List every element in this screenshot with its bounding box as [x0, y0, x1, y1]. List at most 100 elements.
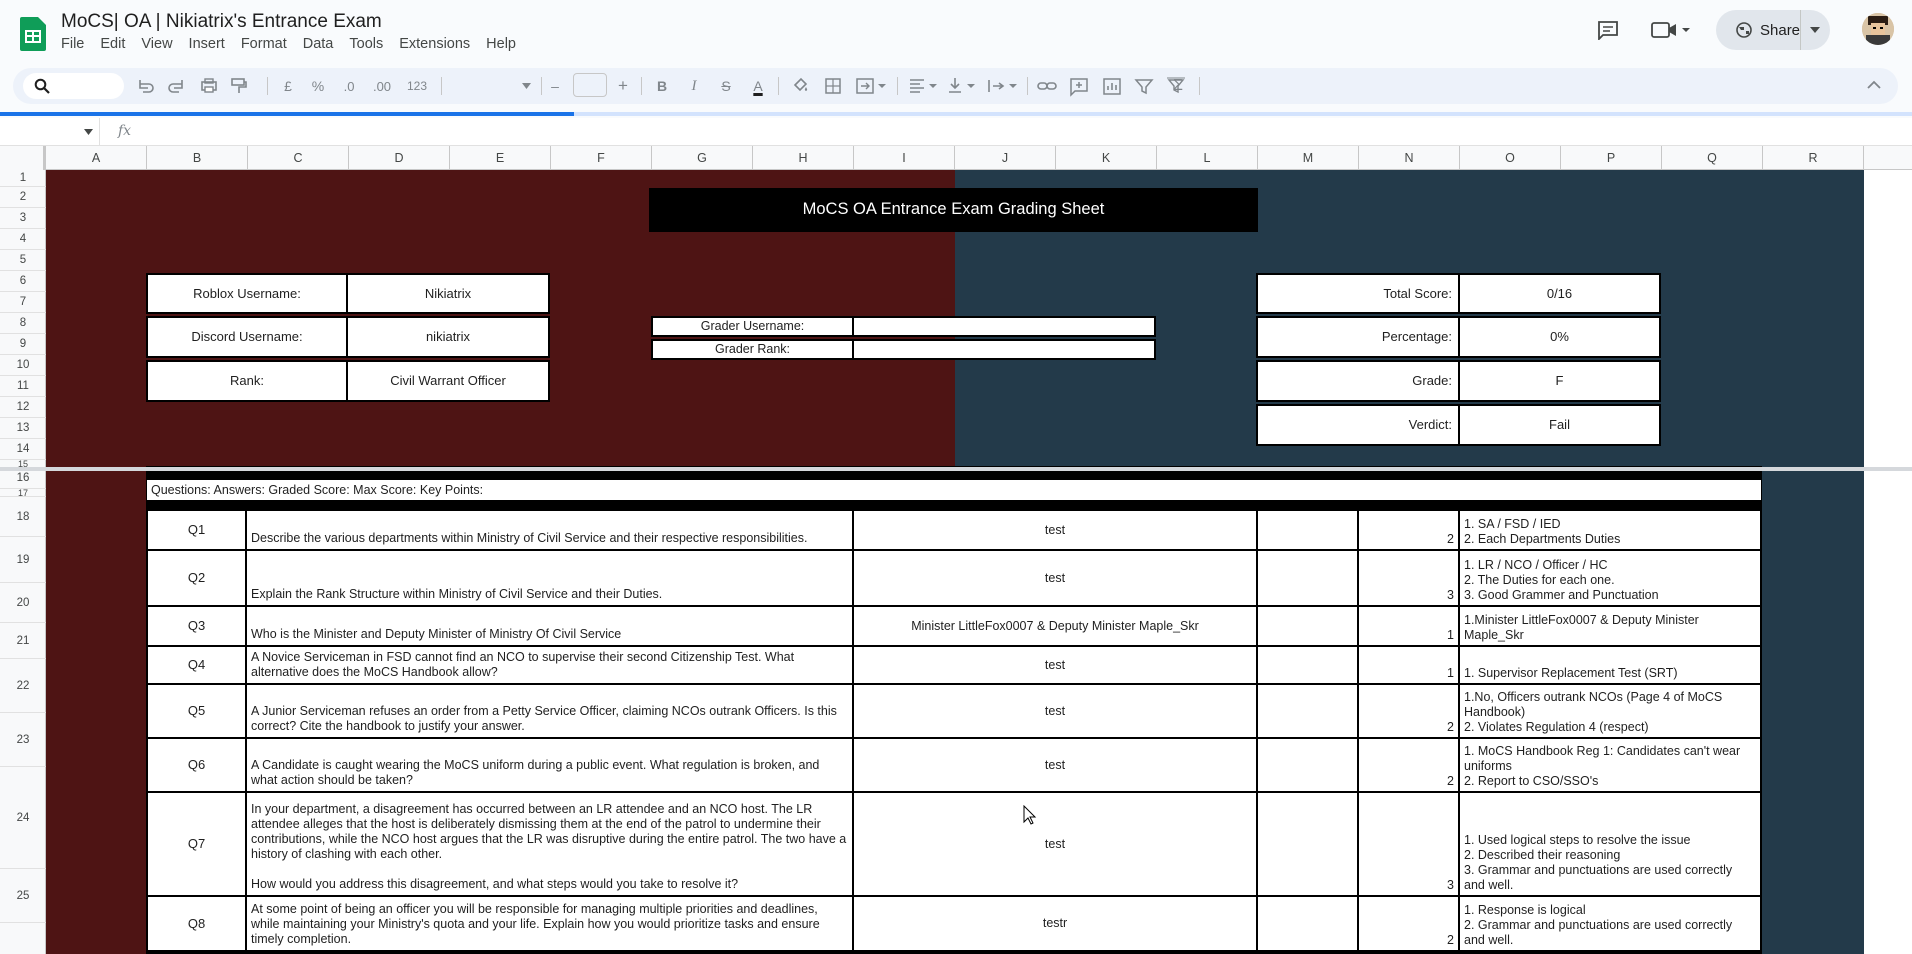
grader-username-value[interactable]: [852, 316, 1156, 337]
graded-score-cell[interactable]: [1256, 791, 1359, 897]
answer-cell[interactable]: test: [852, 509, 1258, 551]
increase-decimal-button[interactable]: .00: [368, 68, 396, 104]
row-header-14[interactable]: 14: [0, 439, 46, 460]
more-formats-button[interactable]: 123: [402, 68, 432, 104]
answer-cell[interactable]: Minister LittleFox0007 & Deputy Minister…: [852, 605, 1258, 647]
question-id-cell[interactable]: Q7: [146, 791, 247, 897]
row-header-10[interactable]: 10: [0, 355, 46, 376]
currency-button[interactable]: £: [278, 68, 298, 104]
key-points-cell[interactable]: 1. Supervisor Replacement Test (SRT): [1458, 645, 1762, 685]
decrease-font-size-button[interactable]: –: [546, 68, 564, 104]
key-points-cell[interactable]: 1.No, Officers outrank NCOs (Page 4 of M…: [1458, 683, 1762, 739]
percent-button[interactable]: %: [308, 68, 328, 104]
row-header-19[interactable]: 19: [0, 537, 46, 583]
menu-data[interactable]: Data: [303, 36, 334, 52]
row-header-11[interactable]: 11: [0, 376, 46, 397]
column-header-r[interactable]: R: [1763, 146, 1864, 170]
question-id-cell[interactable]: Q1: [146, 509, 247, 551]
column-header-e[interactable]: E: [450, 146, 551, 170]
question-text-cell[interactable]: A Junior Serviceman refuses an order fro…: [245, 683, 854, 739]
row-header-6[interactable]: 6: [0, 271, 46, 292]
row-header-13[interactable]: 13: [0, 418, 46, 439]
search-menus-input[interactable]: [23, 73, 124, 99]
question-text-cell[interactable]: A Candidate is caught wearing the MoCS u…: [245, 737, 854, 793]
avatar[interactable]: [1862, 13, 1894, 45]
question-id-cell[interactable]: Q8: [146, 895, 247, 952]
discord-username-value[interactable]: nikiatrix: [346, 316, 550, 358]
row-header-5[interactable]: 5: [0, 250, 46, 271]
strikethrough-button[interactable]: S: [714, 68, 738, 104]
menu-tools[interactable]: Tools: [349, 36, 383, 52]
insert-comment-icon[interactable]: [1067, 68, 1091, 104]
row-header-20[interactable]: 20: [0, 583, 46, 623]
question-text-cell[interactable]: Describe the various departments within …: [245, 509, 854, 551]
row-header-7[interactable]: 7: [0, 292, 46, 313]
column-header-c[interactable]: C: [248, 146, 349, 170]
row-header-18[interactable]: 18: [0, 497, 46, 537]
chevron-up-icon[interactable]: [1867, 80, 1881, 90]
column-header-f[interactable]: F: [551, 146, 652, 170]
question-id-cell[interactable]: Q6: [146, 737, 247, 793]
font-size-input[interactable]: [573, 73, 607, 97]
row-header-3[interactable]: 3: [0, 208, 46, 229]
formula-input[interactable]: [140, 118, 1900, 146]
insert-chart-icon[interactable]: [1100, 68, 1124, 104]
grader-rank-label[interactable]: Grader Rank:: [651, 339, 854, 360]
row-header-17[interactable]: 17: [0, 488, 46, 498]
menu-format[interactable]: Format: [241, 36, 287, 52]
column-header-q[interactable]: Q: [1662, 146, 1763, 170]
row-header-4[interactable]: 4: [0, 229, 46, 250]
question-text-cell[interactable]: Explain the Rank Structure within Minist…: [245, 549, 854, 607]
row-header-25[interactable]: 25: [0, 869, 46, 923]
answer-cell[interactable]: test: [852, 683, 1258, 739]
row-header-21[interactable]: 21: [0, 623, 46, 659]
chevron-down-icon[interactable]: [1810, 26, 1820, 34]
column-header-j[interactable]: J: [955, 146, 1056, 170]
rank-value[interactable]: Civil Warrant Officer: [346, 360, 550, 402]
roblox-username-value[interactable]: Nikiatrix: [346, 273, 550, 314]
column-header-i[interactable]: I: [854, 146, 955, 170]
max-score-cell[interactable]: 2: [1357, 895, 1460, 952]
column-header-k[interactable]: K: [1056, 146, 1157, 170]
italic-button[interactable]: I: [682, 68, 706, 104]
functions-button[interactable]: Σ: [1166, 68, 1190, 104]
question-id-cell[interactable]: Q5: [146, 683, 247, 739]
font-family-select[interactable]: [451, 75, 535, 97]
menu-view[interactable]: View: [141, 36, 172, 52]
column-header-o[interactable]: O: [1460, 146, 1561, 170]
max-score-cell[interactable]: 2: [1357, 737, 1460, 793]
menu-extensions[interactable]: Extensions: [399, 36, 470, 52]
text-wrapping-icon[interactable]: [985, 68, 1021, 104]
undo-icon[interactable]: [133, 68, 157, 104]
grade-value[interactable]: F: [1458, 360, 1661, 402]
select-all-corner[interactable]: [0, 146, 46, 170]
max-score-cell[interactable]: 2: [1357, 509, 1460, 551]
print-icon[interactable]: [197, 68, 221, 104]
rank-label[interactable]: Rank:: [146, 360, 348, 402]
grader-rank-value[interactable]: [852, 339, 1156, 360]
chevron-down-icon[interactable]: [84, 129, 93, 135]
max-score-cell[interactable]: 1: [1357, 645, 1460, 685]
graded-score-cell[interactable]: [1256, 509, 1359, 551]
answer-cell[interactable]: test: [852, 645, 1258, 685]
max-score-cell[interactable]: 2: [1357, 683, 1460, 739]
menu-insert[interactable]: Insert: [189, 36, 225, 52]
roblox-username-label[interactable]: Roblox Username:: [146, 273, 348, 314]
horizontal-align-icon[interactable]: [906, 68, 940, 104]
menu-file[interactable]: File: [61, 36, 84, 52]
sheets-logo-icon[interactable]: [20, 17, 46, 51]
max-score-cell[interactable]: 3: [1357, 549, 1460, 607]
column-header-p[interactable]: P: [1561, 146, 1662, 170]
row-header-8[interactable]: 8: [0, 313, 46, 334]
text-color-button[interactable]: A: [746, 68, 770, 104]
row-header-2[interactable]: 2: [0, 187, 46, 208]
graded-score-cell[interactable]: [1256, 645, 1359, 685]
frozen-rows-divider[interactable]: [0, 467, 1912, 471]
question-text-cell[interactable]: In your department, a disagreement has o…: [245, 791, 854, 897]
graded-score-cell[interactable]: [1256, 605, 1359, 647]
key-points-cell[interactable]: 1. MoCS Handbook Reg 1: Candidates can't…: [1458, 737, 1762, 793]
grader-username-label[interactable]: Grader Username:: [651, 316, 854, 337]
answer-cell[interactable]: test: [852, 737, 1258, 793]
key-points-cell[interactable]: 1. Response is logical 2. Grammar and pu…: [1458, 895, 1762, 952]
row-header-16[interactable]: 16: [0, 468, 46, 489]
